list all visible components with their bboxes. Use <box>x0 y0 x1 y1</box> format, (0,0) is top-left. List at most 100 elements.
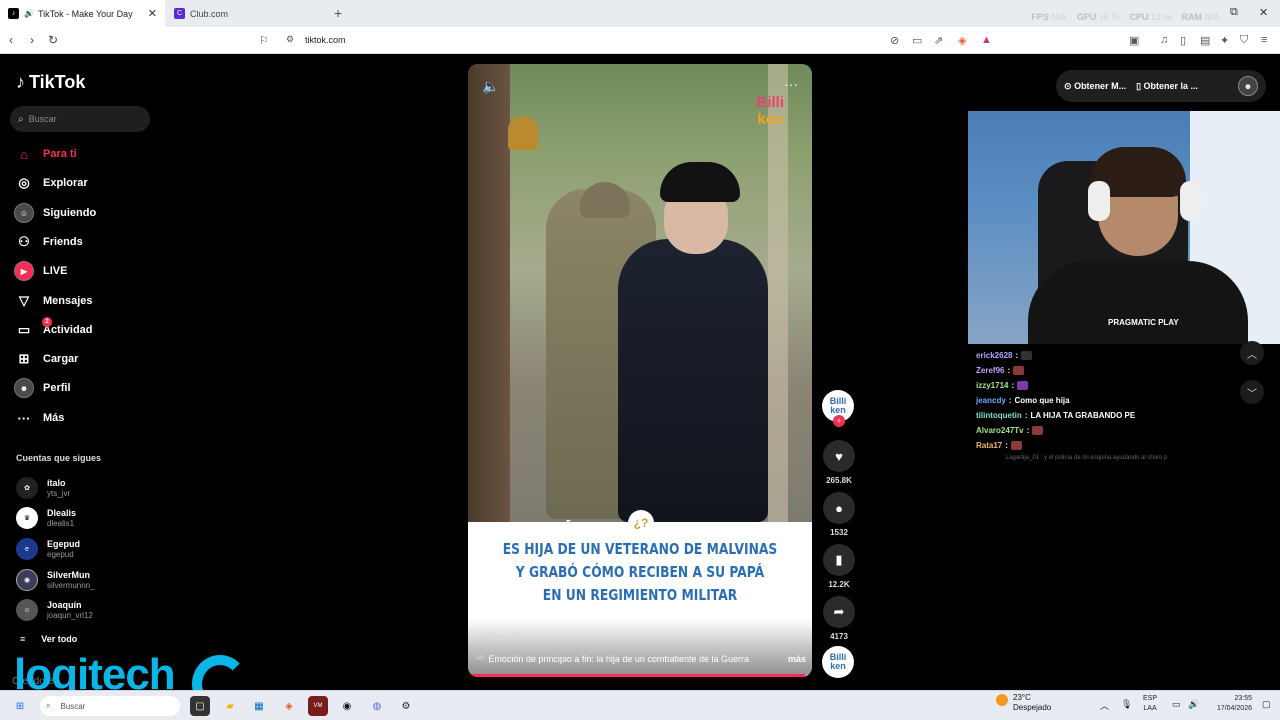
more-button[interactable]: más <box>788 654 806 664</box>
task-view-icon[interactable]: ▢ <box>190 696 210 716</box>
sidebar-item-cargar[interactable]: ⊞ Cargar <box>14 348 79 370</box>
back-icon[interactable]: ‹ <box>9 33 13 47</box>
site-info-icon[interactable]: ⚙ <box>286 34 294 45</box>
language-indicator[interactable]: ESP LAA <box>1143 694 1157 714</box>
bookmark-icon[interactable]: ⚐ <box>259 34 269 47</box>
sound-avatar[interactable]: Billi ken <box>822 646 854 678</box>
sidebar-item-friends[interactable]: ⚇ Friends <box>14 231 83 253</box>
account-name: SilverMun <box>47 569 91 580</box>
new-tab-icon[interactable]: + <box>334 5 342 21</box>
like-button[interactable]: ♥ <box>823 440 855 472</box>
close-window-icon[interactable]: ✕ <box>1259 6 1268 19</box>
sidebar-item-mas[interactable]: ··· Más <box>14 407 65 429</box>
voicemeeter-icon[interactable]: VM <box>308 696 328 716</box>
reading-list-icon[interactable]: ▯ <box>1180 34 1186 47</box>
chat-username[interactable]: erick2628 <box>976 351 1012 360</box>
get-app-button[interactable]: ▯ Obtener la ... <box>1136 81 1198 92</box>
store-icon[interactable]: ▦ <box>249 696 269 716</box>
taskbar-search[interactable]: ⌕ Buscar <box>40 696 180 716</box>
ai-icon[interactable]: ✦ <box>1220 34 1229 47</box>
chat-username[interactable]: Rata17 <box>976 441 1002 450</box>
taskbar-search-label: Buscar <box>60 701 86 711</box>
following-account[interactable]: ✿ ítalo yts_jvr <box>16 475 70 501</box>
notification-icon[interactable]: ▢ <box>1262 699 1271 710</box>
screen: ♪ 🔊 TikTok - Make Your Day ✕ C Club.com … <box>0 0 1280 720</box>
button-label: Obtener M... <box>1074 80 1127 91</box>
get-coins-button[interactable]: ⊙ Obtener M... <box>1064 81 1126 92</box>
more-options-icon[interactable]: ··· <box>784 76 798 92</box>
no-cast-icon[interactable]: ⊘ <box>890 34 899 47</box>
sidebar-item-live[interactable]: ▶ LIVE <box>14 260 67 282</box>
reload-icon[interactable]: ↻ <box>48 33 58 47</box>
microphone-icon[interactable]: 🎙 <box>1121 699 1132 710</box>
following-account[interactable]: ♛ Dlealis dlealis1 <box>16 505 76 531</box>
forward-icon[interactable]: › <box>30 33 34 47</box>
rewards-icon[interactable]: ▲ <box>981 34 992 46</box>
volume-icon[interactable]: 🔈 <box>482 78 499 95</box>
file-explorer-icon[interactable]: ▰ <box>220 696 240 716</box>
video-player[interactable]: 🔈 ··· Billi ken ES HIJA DE UN VETERANO D… <box>468 64 812 677</box>
tab-club[interactable]: C Club.com <box>168 0 328 27</box>
see-all-following[interactable]: ≡ Ver todo <box>20 634 77 644</box>
sidebar-item-explorar[interactable]: ◎ Explorar <box>14 172 87 194</box>
scroll-up-icon[interactable]: ︿ <box>1240 341 1264 365</box>
share-count: 4173 <box>830 632 848 641</box>
obs-icon[interactable]: ◉ <box>337 696 357 716</box>
tiktok-logo[interactable]: ♪ TikTok <box>16 72 85 93</box>
following-account[interactable]: e Egepud egepud <box>16 536 80 562</box>
wallet-icon[interactable]: ▤ <box>1200 34 1210 47</box>
search-icon: ⌕ <box>18 113 24 125</box>
menu-icon[interactable]: ≡ <box>1261 34 1267 46</box>
start-icon[interactable]: ⊞ <box>10 696 30 716</box>
restore-window-icon[interactable]: ⧉ <box>1230 6 1238 19</box>
share-icon[interactable]: ⇗ <box>934 34 943 47</box>
video-author[interactable]: billikenoficial <box>476 632 539 643</box>
avatar: ☺ <box>16 599 38 621</box>
chat-username[interactable]: tilintoquetin <box>976 411 1022 420</box>
sidebar-item-actividad[interactable]: ▭ Actividad 2 <box>14 317 93 341</box>
sidebar-toggle-icon[interactable]: ▣ <box>1129 34 1139 47</box>
chat-username[interactable]: Zeref96 <box>976 366 1004 375</box>
chat-message: tilintoquetin: LA HIJA TA GRABANDO PE <box>976 408 1226 423</box>
sidebar-item-siguiendo[interactable]: ☺ Siguiendo <box>14 202 96 224</box>
following-account[interactable]: ◉ SilverMun silvermunnn_ <box>16 567 95 593</box>
comment-button[interactable]: ● <box>823 492 855 524</box>
chat-username[interactable]: izzy1714 <box>976 381 1008 390</box>
network-icon[interactable]: ▭ <box>1172 699 1181 710</box>
share-button[interactable]: ➦ <box>823 596 855 628</box>
system-clock[interactable]: 23:55 17/04/2026 <box>1208 694 1252 714</box>
close-tab-icon[interactable]: ✕ <box>148 7 157 20</box>
profile-avatar[interactable]: ☻ <box>1238 76 1258 96</box>
following-account[interactable]: ☺ Joaquín joaqun_vrl12 <box>16 597 93 623</box>
save-button[interactable]: ▮ <box>823 544 855 576</box>
brave-icon[interactable]: ◈ <box>279 696 299 716</box>
scroll-down-icon[interactable]: ﹀ <box>1240 380 1264 404</box>
sidebar-item-mensajes[interactable]: ▽ Mensajes <box>14 290 93 312</box>
sidebar-item-perfil[interactable]: ☻ Perfil <box>14 377 71 399</box>
address-bar[interactable]: tiktok.com <box>305 35 346 45</box>
vpn-icon[interactable]: ⛉ <box>1240 34 1248 47</box>
volume-icon[interactable]: 🔊 <box>1188 699 1199 710</box>
tray-chevron-icon[interactable]: ︿ <box>1100 699 1109 712</box>
question-badge: ¿? <box>628 510 654 536</box>
nav-label: Mensajes <box>43 295 93 307</box>
sidebar-item-para-ti[interactable]: ⌂ Para ti <box>14 143 77 165</box>
billiken-watermark: Billi ken <box>756 94 784 128</box>
account-handle: dlealis1 <box>47 518 75 528</box>
video-progress-bar[interactable] <box>468 674 812 677</box>
follow-plus-icon[interactable]: + <box>833 415 845 427</box>
nav-label: Actividad <box>43 324 93 336</box>
chat-username[interactable]: Alvaro247Tv <box>976 426 1024 435</box>
account-handle: joaqun_vrl12 <box>47 610 93 620</box>
cam-shirt <box>1028 261 1248 344</box>
chat-username[interactable]: jeancdy <box>976 396 1006 405</box>
steam-icon[interactable]: ⚙ <box>396 696 416 716</box>
chat-separator: : <box>1026 426 1030 435</box>
weather-widget[interactable]: 23°C Despejado <box>996 693 1051 713</box>
tab-tiktok[interactable]: ♪ 🔊 TikTok - Make Your Day ✕ <box>0 0 165 27</box>
media-icon[interactable]: ♫ <box>1160 34 1168 46</box>
discord-icon[interactable]: ◍ <box>367 696 387 716</box>
cast-icon[interactable]: ▭ <box>912 34 922 47</box>
brave-shield-icon[interactable]: ◈ <box>958 34 966 47</box>
search-input[interactable]: ⌕ Buscar <box>10 106 150 132</box>
